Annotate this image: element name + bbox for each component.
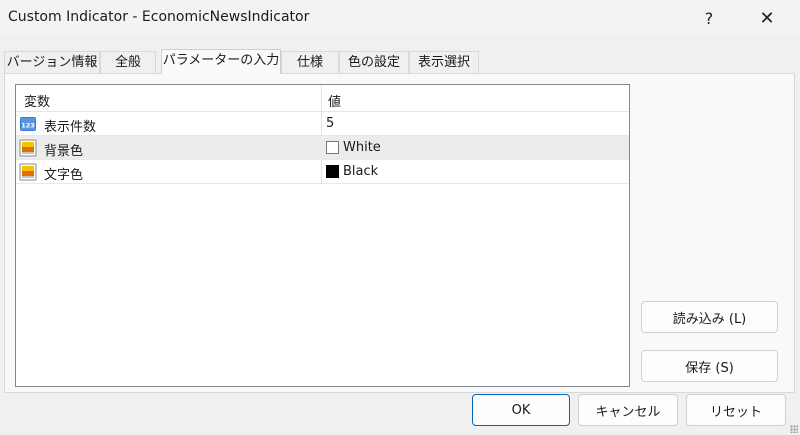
color-swatch [326,141,339,154]
header-value[interactable]: 値 [328,91,341,110]
tab-strip: バージョン情報 全般 パラメーターの入力 仕様 色の設定 表示選択 [4,49,634,74]
window-title: Custom Indicator - EconomicNewsIndicator [8,9,310,25]
table-row[interactable]: 文字色 Black [16,160,629,184]
value-text: 5 [326,116,335,131]
param-name: 表示件数 [44,120,97,135]
param-name: 文字色 [44,168,84,183]
color-swatch [326,165,339,178]
value-text: Black [343,164,379,179]
tab-visualization[interactable]: 表示選択 [409,51,479,73]
table-row[interactable]: 123 表示件数 5 [16,112,629,136]
tab-specification[interactable]: 仕様 [281,51,339,73]
param-value[interactable]: 5 [326,116,334,131]
param-value[interactable]: White [326,140,381,155]
value-text: White [343,140,381,155]
cancel-button[interactable]: キャンセル [578,394,678,426]
tab-general[interactable]: 全般 [100,51,156,73]
tab-version-info[interactable]: バージョン情報 [4,51,100,73]
tab-color-settings[interactable]: 色の設定 [339,51,409,73]
grid-header: 変数 値 [16,85,629,112]
color-param-icon [19,139,37,157]
title-bar: Custom Indicator - EconomicNewsIndicator… [0,0,800,36]
resize-grip-icon[interactable] [790,425,798,433]
numeric-icon: 123 [19,115,37,133]
table-row[interactable]: 背景色 White [16,136,629,160]
help-button[interactable]: ? [686,0,732,36]
ok-button[interactable]: OK [472,394,570,426]
tab-parameters[interactable]: パラメーターの入力 [161,49,281,74]
reset-button[interactable]: リセット [686,394,786,426]
load-button[interactable]: 読み込み (L) [641,301,778,333]
save-button[interactable]: 保存 (S) [641,350,778,382]
param-value[interactable]: Black [326,164,378,179]
header-variable[interactable]: 変数 [24,91,50,110]
parameter-grid[interactable]: 変数 値 123 表示件数 5 背景色 White 文字色 Black [15,84,630,387]
color-param-icon [19,163,37,181]
close-button[interactable]: ✕ [744,0,790,36]
svg-text:123: 123 [21,122,35,130]
param-name: 背景色 [44,144,84,159]
